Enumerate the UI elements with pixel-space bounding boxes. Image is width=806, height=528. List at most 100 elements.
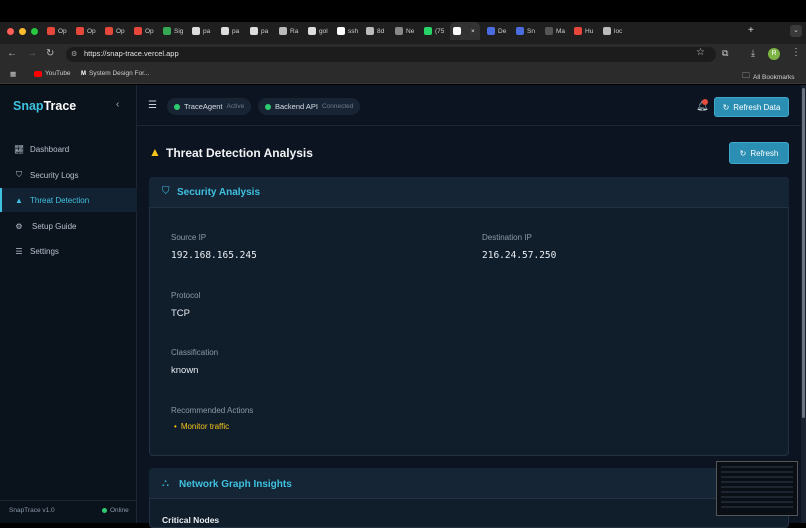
sidebar-item-security-logs[interactable]: ⛉ Security Logs [0,163,137,187]
favicon-icon [574,27,582,35]
browser-tab[interactable]: gol [305,24,330,38]
apps-grid-icon[interactable]: ▦ [10,70,16,78]
close-tab-icon[interactable]: × [471,28,475,35]
recommended-actions-label: Recommended Actions [171,406,254,415]
favicon-icon [424,27,432,35]
browser-tab-label: Op [58,27,67,35]
favicon-icon [105,27,113,35]
back-icon[interactable]: ← [7,48,17,60]
extensions-icon[interactable]: ⧉ [722,48,728,59]
browser-tab-label: (75 [435,27,445,35]
favicon-icon [221,27,229,35]
browser-tab[interactable]: pa [247,24,272,38]
classification-label: Classification [171,348,219,357]
thumbnail-preview [721,466,793,510]
browser-tab[interactable]: 8d [363,24,388,38]
browser-tab-label: Op [116,27,125,35]
sidebar-item-label: Security Logs [30,170,79,180]
browser-tab[interactable]: × [450,22,480,40]
bookmark-youtube[interactable]: YouTube [34,70,71,77]
browser-tab[interactable]: pa [189,24,214,38]
sidebar-item-label: Dashboard [30,144,70,154]
sidebar-item-dashboard[interactable]: 📈︎ Dashboard [0,137,137,161]
site-info-icon[interactable]: ⚙ [71,50,77,58]
hamburger-menu-icon[interactable]: ☰ [148,100,157,111]
minimize-window-button[interactable] [19,28,26,35]
sidebar-item-settings[interactable]: ☰ Settings [0,239,137,263]
network-graph-heading: Network Graph Insights [179,479,292,490]
destination-ip-label: Destination IP [482,233,532,242]
protocol-value: TCP [171,308,190,319]
bookmark-star-icon[interactable]: ☆ [696,47,705,58]
menu-bar [0,0,806,22]
close-window-button[interactable] [7,28,14,35]
browser-tab[interactable]: Op [73,24,98,38]
folder-icon: 🗀 [742,71,750,80]
favicon-icon [192,27,200,35]
browser-tab[interactable]: Sig [160,24,185,38]
brand-logo-snap: Snap [13,99,44,113]
chart-line-icon: 📈︎ [14,144,25,154]
favicon-icon [250,27,258,35]
browser-tab[interactable]: pa [218,24,243,38]
bookmark-youtube-label: YouTube [45,70,71,77]
bookmark-system-design-label: System Design For... [89,70,150,77]
backend-api-state: Connected [321,103,354,110]
all-bookmarks[interactable]: 🗀 All Bookmarks [742,70,795,84]
reload-icon[interactable]: ↻ [46,48,54,60]
browser-tab-label: De [498,27,507,35]
cogs-icon: ⚙ [15,221,23,231]
bullet-icon: • [174,422,177,431]
sidebar-item-label: Threat Detection [30,195,90,205]
warning-icon: ▲ [15,195,23,205]
forward-icon[interactable]: → [27,48,37,60]
browser-tab[interactable]: (75 [421,24,446,38]
browser-tab[interactable]: Ra [276,24,301,38]
browser-tab[interactable]: Hu [571,24,596,38]
browser-tab[interactable]: loc [600,24,625,38]
youtube-icon [34,70,42,77]
browser-tab[interactable]: Op [44,24,69,38]
browser-tab-label: Sig [174,27,184,35]
browser-menu-icon[interactable]: ⋮ [791,47,801,58]
sidebar-item-setup-guide[interactable]: ⚙ Setup Guide [0,214,137,238]
browser-tab[interactable]: Sn [513,24,538,38]
refresh-data-button[interactable]: ↻ Refresh Data [714,97,789,117]
favicon-icon [487,27,495,35]
favicon-icon [337,27,345,35]
browser-tab-label: loc [614,27,623,35]
scrollbar-thumb[interactable] [802,88,805,418]
refresh-icon: ↻ [739,148,747,158]
action-text: Monitor traffic [180,422,230,431]
chevron-left-icon[interactable]: ‹ [116,99,119,110]
favicon-icon [76,27,84,35]
browser-tab-label: Op [145,27,154,35]
browser-tab[interactable]: Op [131,24,156,38]
protocol-label: Protocol [171,291,201,300]
browser-tab[interactable]: Op [102,24,127,38]
download-icon[interactable]: ⤓ [751,48,755,59]
medium-icon: M [81,70,86,77]
browser-tab-label: Op [87,27,96,35]
new-tab-button[interactable]: + [748,25,754,36]
browser-tab[interactable]: ssh [334,24,359,38]
version-label: SnapTrace v1.0 [9,507,55,514]
source-ip-label: Source IP [171,233,207,242]
tab-search-icon[interactable]: ⌄ [790,25,802,37]
trace-agent-label: TraceAgent [184,102,223,111]
browser-tab[interactable]: De [484,24,509,38]
screenshot-thumbnail[interactable] [716,461,798,516]
browser-tab-label: gol [319,27,328,35]
sidebar-item-threat-detection[interactable]: ▲ Threat Detection [0,188,137,212]
brand-logo[interactable]: SnapTrace [13,99,76,113]
favicon-icon [279,27,287,35]
shield-icon: ⛉ [16,170,22,179]
zoom-window-button[interactable] [31,28,38,35]
browser-tab[interactable]: Ne [392,24,417,38]
browser-tab[interactable]: Ma [542,24,567,38]
bookmark-system-design[interactable]: M System Design For... [81,70,149,77]
browser-tab-label: ssh [348,27,359,35]
warning-icon: ▲ [149,145,161,159]
refresh-button[interactable]: ↻ Refresh [729,142,789,164]
profile-avatar[interactable]: R [768,48,780,60]
